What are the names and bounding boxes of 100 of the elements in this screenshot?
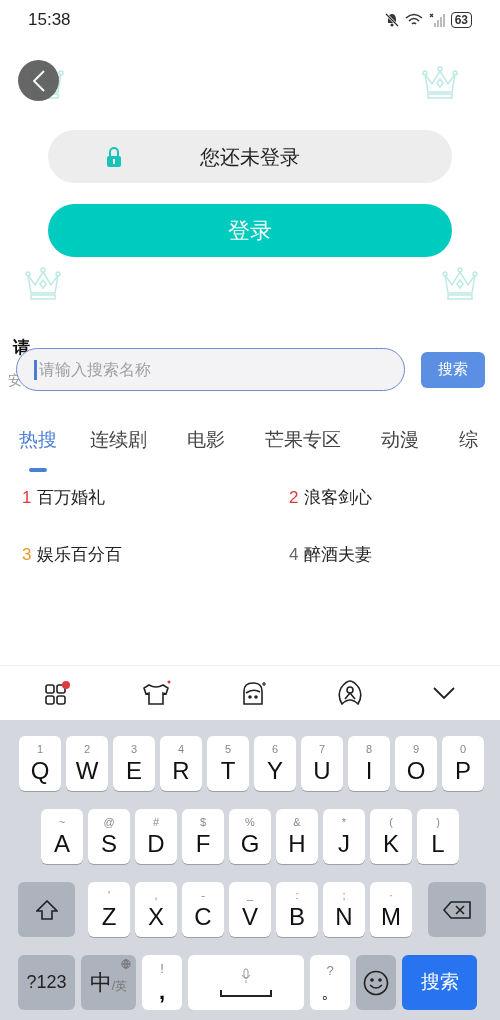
key-label: U — [313, 759, 331, 783]
letter-key[interactable]: · M — [370, 882, 412, 937]
letter-key[interactable]: 2 W — [66, 736, 108, 791]
key-label: G — [240, 832, 260, 856]
crown-icon — [442, 267, 478, 301]
back-button[interactable] — [18, 60, 59, 101]
emoji-key[interactable] — [356, 955, 396, 1010]
letter-key[interactable]: 8 I — [348, 736, 390, 791]
category-tab[interactable]: 电影 — [187, 426, 225, 455]
collapse-icon[interactable] — [433, 687, 455, 699]
category-tab[interactable]: 综 — [459, 426, 478, 455]
key-hint: $ — [199, 817, 207, 828]
letter-key[interactable]: 6 Y — [254, 736, 296, 791]
shirt-icon[interactable] — [141, 680, 171, 706]
key-hint: 0 — [459, 744, 467, 755]
key-label: Z — [101, 905, 117, 929]
hot-search-item[interactable]: 4 醉酒夫妻 — [261, 541, 500, 567]
key-hint: % — [245, 817, 255, 828]
letter-key[interactable]: % G — [229, 809, 271, 864]
face-icon[interactable] — [241, 680, 267, 706]
letter-key[interactable]: $ F — [182, 809, 224, 864]
category-tab[interactable]: 连续剧 — [90, 426, 147, 455]
key-hint: 9 — [412, 744, 420, 755]
key-hint: ! — [160, 962, 164, 975]
hot-search-item[interactable]: 2 浪客剑心 — [261, 485, 500, 511]
letter-key[interactable]: # D — [135, 809, 177, 864]
letter-key[interactable]: 4 R — [160, 736, 202, 791]
letter-key[interactable]: _ V — [229, 882, 271, 937]
symbols-key[interactable]: ?123 — [18, 955, 75, 1010]
key-label: J — [338, 832, 350, 856]
letter-key[interactable]: ( K — [370, 809, 412, 864]
grid-icon[interactable] — [45, 681, 71, 705]
key-hint: * — [341, 817, 347, 828]
key-label: E — [126, 759, 142, 783]
key-hint: ? — [326, 964, 334, 977]
lock-icon — [106, 145, 122, 168]
hot-search-item[interactable]: 3 娱乐百分百 — [22, 541, 261, 567]
key-label: R — [172, 759, 190, 783]
key-hint: # — [152, 817, 160, 828]
key-hint: 1 — [36, 744, 44, 755]
backspace-icon — [443, 900, 471, 919]
crown-icon — [422, 66, 458, 100]
period-key[interactable]: ? 。 — [310, 955, 350, 1010]
category-tab[interactable]: 动漫 — [381, 426, 419, 455]
key-hint: & — [293, 817, 301, 828]
key-label: P — [455, 759, 471, 783]
letter-key[interactable]: 5 T — [207, 736, 249, 791]
comma-key[interactable]: ! , — [142, 955, 182, 1010]
login-status-text: 您还未登录 — [200, 144, 300, 170]
key-hint: 5 — [224, 744, 232, 755]
microphone-icon — [241, 968, 251, 984]
key-hint: ( — [389, 817, 393, 828]
key-label: S — [101, 832, 117, 856]
language-key[interactable]: 中/英 — [81, 955, 136, 1010]
key-label: A — [54, 832, 70, 856]
key-label: , — [158, 981, 166, 1003]
key-label: V — [242, 905, 258, 929]
letter-key[interactable]: ' Z — [88, 882, 130, 937]
status-time: 15:38 — [28, 9, 71, 32]
letter-key[interactable]: 1 Q — [19, 736, 61, 791]
key-label: C — [194, 905, 212, 929]
letter-key[interactable]: * J — [323, 809, 365, 864]
category-tab[interactable]: 热搜 — [19, 426, 57, 472]
key-hint: 8 — [365, 744, 373, 755]
key-label: I — [365, 759, 373, 783]
search-key[interactable]: 搜索 — [402, 955, 477, 1010]
key-label: Y — [267, 759, 283, 783]
hot-search-item[interactable]: 1 百万婚礼 — [22, 485, 261, 511]
signal-icon — [428, 13, 445, 27]
letter-key[interactable]: : B — [276, 882, 318, 937]
key-label: D — [147, 832, 165, 856]
letter-key[interactable]: 3 E — [113, 736, 155, 791]
shift-key[interactable] — [18, 882, 75, 937]
tab-indicator — [29, 467, 47, 472]
key-label: Q — [30, 759, 50, 783]
letter-key[interactable]: ) L — [417, 809, 459, 864]
crown-icon — [25, 267, 61, 301]
key-label: T — [220, 759, 236, 783]
letter-key[interactable]: & H — [276, 809, 318, 864]
letter-key[interactable]: ~ A — [41, 809, 83, 864]
key-hint: : — [295, 890, 299, 901]
key-label: H — [288, 832, 306, 856]
backspace-key[interactable] — [428, 882, 486, 937]
category-tab[interactable]: 芒果专区 — [265, 426, 341, 455]
letter-key[interactable]: 9 O — [395, 736, 437, 791]
letter-key[interactable]: ; N — [323, 882, 365, 937]
key-hint: _ — [246, 890, 254, 901]
key-hint: ) — [436, 817, 440, 828]
rank-number: 3 — [22, 543, 32, 566]
text-cursor — [34, 360, 37, 380]
letter-key[interactable]: @ S — [88, 809, 130, 864]
letter-key[interactable]: 7 U — [301, 736, 343, 791]
key-label: F — [195, 832, 211, 856]
person-arch-icon[interactable] — [337, 680, 363, 706]
key-hint: 6 — [271, 744, 279, 755]
smiley-icon — [363, 969, 389, 996]
letter-key[interactable]: , X — [135, 882, 177, 937]
letter-key[interactable]: 0 P — [442, 736, 484, 791]
letter-key[interactable]: - C — [182, 882, 224, 937]
key-hint: ~ — [58, 817, 66, 828]
